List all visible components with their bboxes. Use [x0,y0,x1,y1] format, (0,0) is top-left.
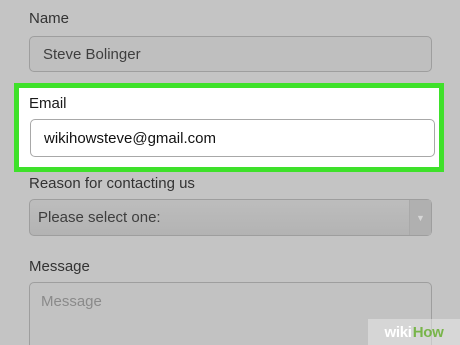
watermark-how-text: How [412,323,444,341]
watermark-wiki-text: wiki [384,323,412,341]
message-label: Message [29,258,90,275]
name-input[interactable]: Steve Bolinger [29,36,432,72]
name-label: Name [29,10,70,27]
reason-select[interactable]: Please select one: ▼ [29,199,432,236]
reason-label: Reason for contacting us [29,175,195,192]
chevron-down-icon[interactable]: ▼ [409,200,431,235]
reason-select-value: Please select one: [38,209,161,226]
email-label: Email [29,95,67,112]
message-placeholder: Message [41,293,102,310]
email-highlight-box: Email wikihowsteve@gmail.com [14,83,444,172]
contact-form-page: Name Steve Bolinger Email wikihowsteve@g… [0,0,460,345]
wikihow-watermark: wiki How [368,319,460,345]
email-input[interactable]: wikihowsteve@gmail.com [30,119,435,157]
